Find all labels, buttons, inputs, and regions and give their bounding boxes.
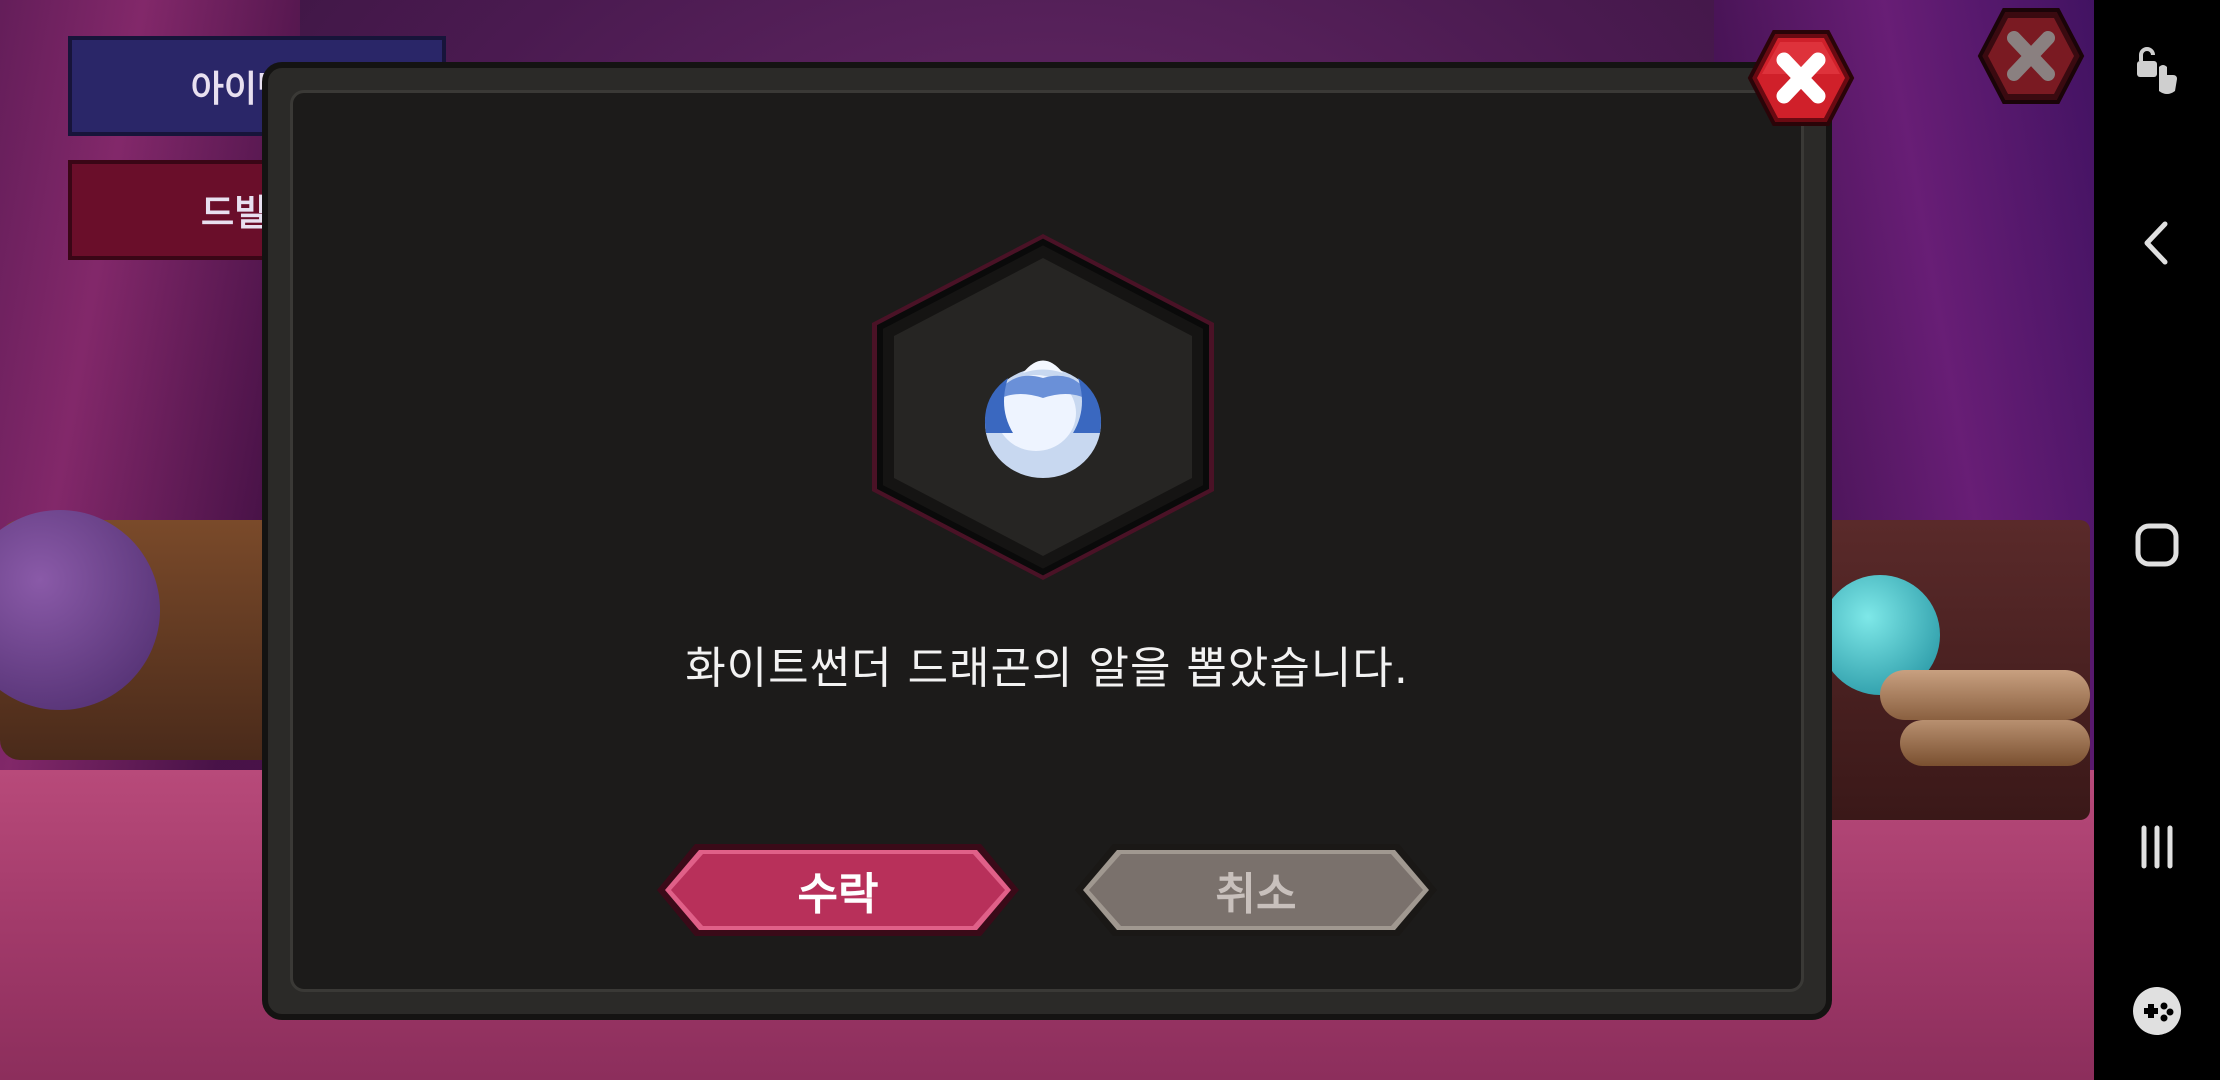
system-navigation-bar [2094, 0, 2220, 1080]
close-icon [1747, 30, 1855, 126]
background-close-button[interactable] [1976, 6, 2086, 106]
accept-button-label: 수락 [797, 869, 879, 920]
dialog-close-button[interactable] [1746, 28, 1856, 128]
recents-icon[interactable] [2094, 812, 2220, 882]
item-slot [858, 228, 1228, 586]
back-icon[interactable] [2094, 208, 2220, 278]
screen-pin-icon[interactable] [2094, 36, 2220, 106]
scroll [1880, 670, 2090, 720]
cancel-button[interactable]: 취소 [1073, 842, 1439, 938]
accept-button[interactable]: 수락 [655, 842, 1021, 938]
close-icon [1977, 8, 2085, 104]
scroll [1900, 720, 2090, 766]
home-icon[interactable] [2094, 510, 2220, 580]
cancel-button-label: 취소 [1215, 869, 1297, 920]
game-tools-icon[interactable] [2094, 976, 2220, 1046]
reward-message: 화이트썬더 드래곤의 알을 뽑았습니다. [685, 643, 1409, 694]
